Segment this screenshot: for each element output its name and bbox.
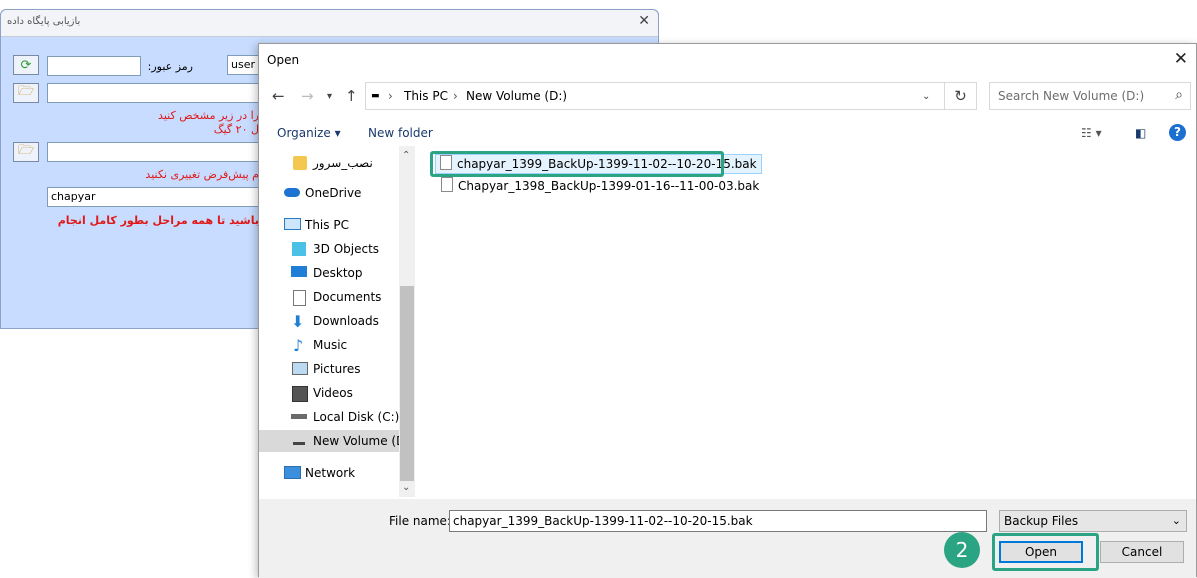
nav-item-desktop[interactable]: Desktop (259, 262, 399, 284)
breadcrumb-this-pc[interactable]: This PC (404, 89, 448, 103)
restore-window-titlebar: بازيابی پايگاه داده ✕ (1, 10, 658, 37)
search-placeholder: Search New Volume (D:) (998, 89, 1145, 103)
nav-item-label: نصب_سرور (313, 156, 373, 170)
nav-item-onedrive[interactable]: OneDrive (259, 182, 399, 204)
chevron-down-icon: ⌄ (1171, 514, 1181, 527)
nav-item-network[interactable]: Network (259, 462, 399, 484)
file-list: chapyar_1399_BackUp-1399-11-02--10-20-15… (429, 146, 1189, 497)
dialog-title: Open (267, 53, 300, 67)
network-icon (284, 466, 301, 479)
close-icon[interactable]: ✕ (638, 13, 650, 29)
password-field[interactable] (47, 56, 141, 76)
restore-path-field[interactable] (47, 142, 261, 162)
nav-item-local-disk-c[interactable]: Local Disk (C:) (259, 406, 399, 428)
videos-icon (292, 386, 308, 402)
instruction-line-1: را در زیر مشخص کنید (158, 109, 259, 122)
scroll-up-icon[interactable]: ⌃ (402, 150, 410, 161)
view-options-icon[interactable]: ☷ ▾ (1081, 126, 1102, 140)
address-dropdown-chevron-icon[interactable]: ⌄ (922, 91, 930, 102)
nav-item-label: Documents (313, 290, 382, 304)
file-item[interactable]: Chapyar_1398_BackUp-1399-01-16--11-00-03… (441, 177, 759, 195)
forward-arrow-icon[interactable]: → (301, 87, 314, 105)
scrollbar-thumb[interactable] (400, 286, 414, 481)
refresh-icon[interactable]: ↻ (945, 82, 977, 110)
navigation-scrollbar[interactable]: ⌃ ⌄ (399, 146, 415, 497)
backup-path-field[interactable] (47, 83, 261, 103)
address-bar[interactable]: ▬ › This PC › New Volume (D:) ⌄ (365, 82, 945, 110)
drive-icon: ▬ (371, 91, 380, 101)
search-icon: ⌕ (1175, 87, 1183, 103)
nav-item-this-pc[interactable]: This PC (259, 214, 399, 236)
documents-icon (293, 290, 306, 306)
cancel-button[interactable]: Cancel (1100, 541, 1184, 563)
nav-item-label: Downloads (313, 314, 379, 328)
computer-icon (284, 218, 301, 230)
download-icon: ⬇ (291, 312, 305, 331)
instruction-line-2: ل ۲۰ گیگ (213, 123, 259, 136)
nav-item-music[interactable]: ♪ Music (259, 334, 399, 356)
instruction-line-3: م پیش‌فرض تغییری نکنید (145, 168, 259, 181)
breadcrumb-separator-icon: › (453, 89, 458, 103)
nav-item-label: 3D Objects (313, 242, 380, 256)
file-type-select[interactable]: Backup Files ⌄ (999, 510, 1187, 532)
desktop-icon (291, 266, 307, 277)
nav-item-label: Network (305, 466, 356, 480)
step-number-badge: 2 (944, 532, 980, 568)
nav-item-documents[interactable]: Documents (259, 286, 399, 308)
nav-item-label: Music (313, 338, 348, 352)
nav-item-label: OneDrive (305, 186, 362, 200)
warning-text: باشید تا همه مراحل بطور کامل انجام (57, 214, 259, 227)
file-name-input[interactable]: chapyar_1399_BackUp-1399-11-02--10-20-15… (449, 510, 987, 532)
nav-item-videos[interactable]: Videos (259, 382, 399, 404)
preview-pane-icon[interactable]: ◧ (1135, 126, 1146, 140)
refresh-icon[interactable]: ⟳ (13, 55, 39, 75)
organize-button[interactable]: Organize ▾ (277, 126, 341, 140)
database-name-field[interactable]: chapyar (47, 187, 261, 207)
nav-item-new-volume-d[interactable]: New Volume (D:) (259, 430, 414, 452)
browse-folder-icon[interactable]: 🗁 (13, 83, 39, 103)
password-label: رمز عبور: (147, 60, 193, 73)
file-icon (441, 177, 453, 192)
restore-window-title: بازيابی پايگاه داده (7, 16, 81, 27)
browse-folder-icon-2[interactable]: 🗁 (13, 142, 39, 162)
nav-item-pictures[interactable]: Pictures (259, 358, 399, 380)
cloud-icon (284, 188, 300, 197)
help-icon[interactable]: ? (1169, 124, 1186, 141)
nav-item-3d-objects[interactable]: 3D Objects (259, 238, 399, 260)
command-bar: Organize ▾ New folder ☷ ▾ ◧ ? (259, 120, 1196, 146)
breadcrumb-new-volume[interactable]: New Volume (D:) (466, 89, 567, 103)
drive-icon (293, 442, 305, 445)
nav-item-label: Videos (313, 386, 353, 400)
nav-item-setup-folder[interactable]: نصب_سرور (259, 152, 399, 174)
nav-item-label: Desktop (313, 266, 363, 280)
nav-item-downloads[interactable]: ⬇ Downloads (259, 310, 399, 332)
file-highlight-annotation (430, 151, 724, 177)
file-name-label: File name: (389, 514, 451, 528)
recent-locations-chevron-icon[interactable]: ▾ (327, 91, 332, 102)
folder-icon (293, 156, 307, 170)
back-arrow-icon[interactable]: ← (272, 87, 285, 105)
nav-item-label: Pictures (313, 362, 361, 376)
search-input[interactable]: Search New Volume (D:) ⌕ (989, 82, 1191, 110)
pictures-icon (292, 362, 308, 375)
disk-icon (291, 414, 307, 419)
cube-icon (292, 242, 306, 256)
organize-label: Organize (277, 126, 331, 140)
breadcrumb-separator-icon: › (388, 89, 393, 103)
open-button-highlight-annotation (992, 533, 1099, 571)
nav-item-label: Local Disk (C:) (313, 410, 400, 424)
music-icon: ♪ (293, 336, 304, 355)
open-file-dialog: Open ✕ ← → ▾ ↑ ▬ › This PC › New Volume … (258, 43, 1197, 578)
file-type-value: Backup Files (1004, 514, 1079, 528)
navigation-pane: نصب_سرور OneDrive This PC 3D Objects Des… (259, 146, 415, 497)
new-folder-button[interactable]: New folder (368, 126, 433, 140)
file-name: Chapyar_1398_BackUp-1399-01-16--11-00-03… (458, 179, 760, 193)
close-icon[interactable]: ✕ (1174, 49, 1188, 69)
scroll-down-icon[interactable]: ⌄ (402, 482, 410, 493)
nav-item-label: This PC (305, 218, 349, 232)
up-arrow-icon[interactable]: ↑ (345, 87, 358, 105)
